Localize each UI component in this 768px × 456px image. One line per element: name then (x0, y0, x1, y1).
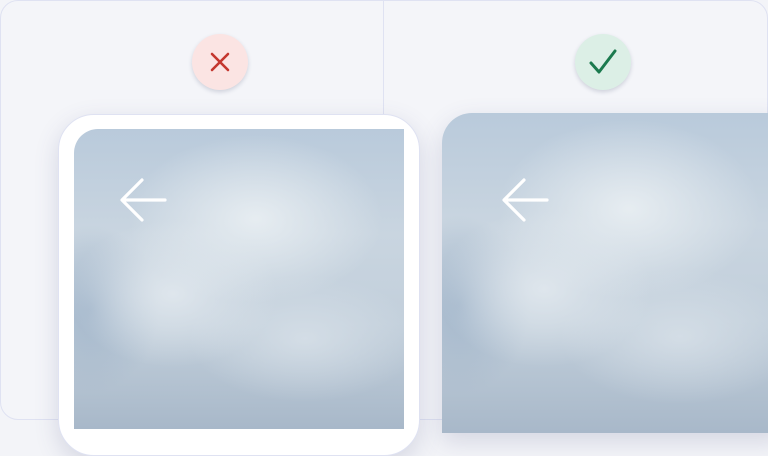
arrow-left-icon[interactable] (500, 174, 552, 226)
cloud-image (442, 113, 768, 433)
correct-badge (575, 34, 631, 90)
close-x-icon (210, 52, 230, 72)
arrow-left-icon[interactable] (118, 174, 170, 226)
incorrect-badge (192, 34, 248, 90)
checkmark-icon (589, 49, 617, 74)
